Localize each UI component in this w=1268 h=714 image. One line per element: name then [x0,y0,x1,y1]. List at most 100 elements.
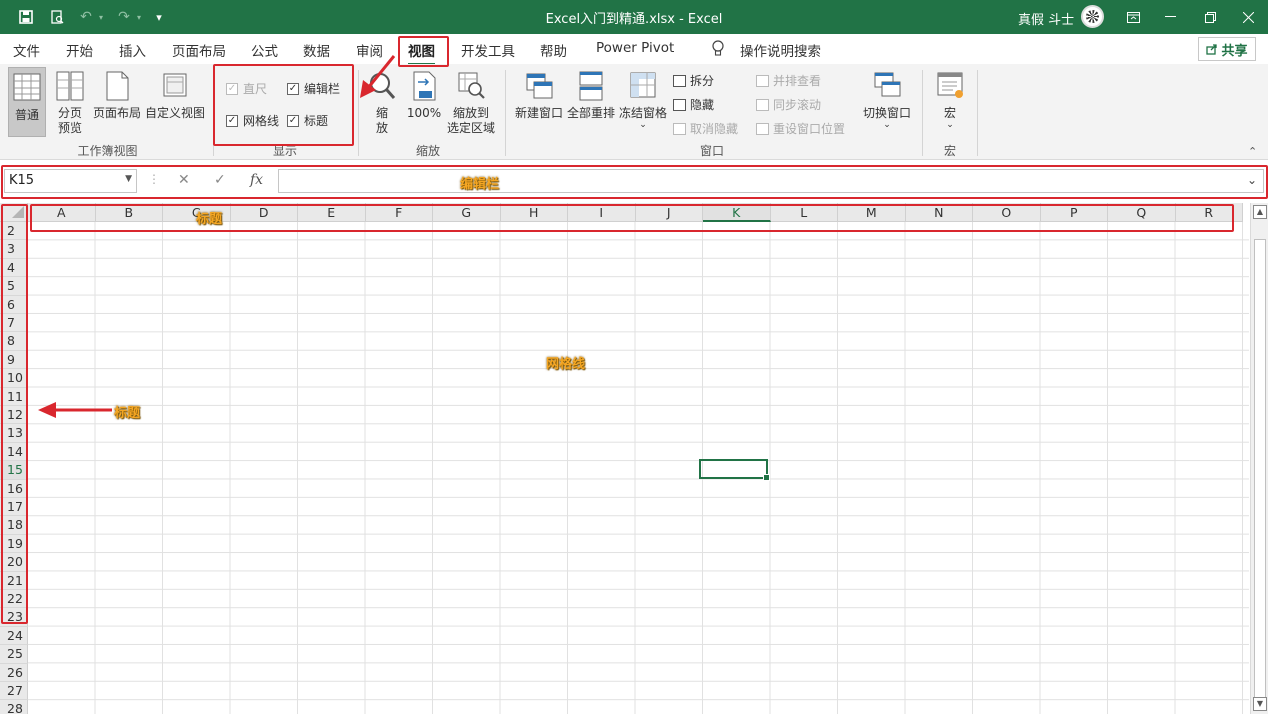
row-header-22[interactable]: 22 [0,590,28,609]
row-header-23[interactable]: 23 [0,608,28,627]
reset-window-position-button[interactable]: 重设窗口位置 [756,120,845,137]
column-header-g[interactable]: G [433,203,501,222]
row-header-9[interactable]: 9 [0,350,28,370]
ruler-checkbox[interactable]: ✓ 直尺 [226,80,267,97]
row-header-25[interactable]: 25 [0,645,28,664]
column-header-e[interactable]: E [298,203,366,222]
tab-developer[interactable]: 开发工具 [461,40,515,60]
row-header-21[interactable]: 21 [0,571,28,590]
ribbon-display-options-icon[interactable] [1113,4,1153,30]
column-header-b[interactable]: B [95,203,163,222]
column-header-d[interactable]: D [230,203,298,222]
row-header-19[interactable]: 19 [0,534,28,554]
column-header-o[interactable]: O [973,203,1041,222]
tab-page-layout[interactable]: 页面布局 [172,40,226,60]
cell-grid[interactable] [28,222,1249,714]
row-header-17[interactable]: 17 [0,498,28,517]
collapse-ribbon-icon[interactable]: ⌃ [1248,145,1257,158]
redo-icon[interactable]: ↷ [114,7,134,27]
scroll-down-icon[interactable]: ▼ [1253,697,1267,711]
column-header-n[interactable]: N [905,203,973,222]
row-header-20[interactable]: 20 [0,553,28,572]
tab-insert[interactable]: 插入 [119,40,146,60]
split-button[interactable]: 拆分 [673,72,714,89]
freeze-panes-button[interactable]: 冻结窗格 ⌄ [617,70,669,130]
hide-button[interactable]: 隐藏 [673,96,714,113]
new-window-button[interactable]: 新建窗口 [513,70,565,121]
name-box[interactable]: K15 ▼ [4,169,137,193]
tab-formulas[interactable]: 公式 [251,40,278,60]
name-box-dropdown-icon[interactable]: ▼ [125,174,132,184]
row-header-2[interactable]: 2 [0,222,28,241]
minimize-icon[interactable] [1150,4,1190,30]
row-header-10[interactable]: 10 [0,369,28,388]
formula-bar-checkbox[interactable]: ✓ 编辑栏 [287,80,340,97]
share-button[interactable]: 共享 [1198,37,1256,61]
close-icon[interactable] [1228,4,1268,30]
tab-power-pivot[interactable]: Power Pivot [596,40,674,56]
column-header-a[interactable]: A [28,203,96,222]
column-header-r[interactable]: R [1175,203,1243,222]
switch-windows-button[interactable]: 切换窗口 ⌄ [861,70,913,130]
row-header-14[interactable]: 14 [0,442,28,462]
avatar[interactable] [1081,5,1104,28]
zoom-button[interactable]: 缩 放 [366,70,398,136]
scroll-thumb[interactable] [1254,239,1266,699]
row-header-11[interactable]: 11 [0,387,28,406]
column-header-i[interactable]: I [568,203,636,222]
print-preview-icon[interactable] [47,7,67,27]
customize-qat-button[interactable]: ▾ [151,7,167,27]
column-header-p[interactable]: P [1040,203,1108,222]
undo-dropdown-icon[interactable]: ▾ [96,7,106,27]
tab-view[interactable]: 视图 [408,40,435,66]
tell-me-search[interactable]: 操作说明搜索 [740,40,821,60]
row-header-13[interactable]: 13 [0,424,28,443]
normal-view-button[interactable]: 普通 [8,67,46,137]
gridlines-checkbox[interactable]: ✓ 网格线 [226,112,279,129]
macros-button[interactable]: 宏 ⌄ [933,70,967,130]
undo-icon[interactable]: ↶ [76,7,96,27]
custom-views-button[interactable]: 自定义视图 [145,70,205,121]
row-header-8[interactable]: 8 [0,332,28,351]
row-header-26[interactable]: 26 [0,663,28,682]
row-header-4[interactable]: 4 [0,258,28,278]
page-break-preview-button[interactable]: 分页 预览 [53,70,87,136]
row-header-16[interactable]: 16 [0,479,28,498]
tab-help[interactable]: 帮助 [540,40,567,60]
cancel-icon[interactable]: ✕ [178,172,190,188]
scroll-up-icon[interactable]: ▲ [1253,205,1267,219]
row-header-12[interactable]: 12 [0,406,28,425]
row-header-3[interactable]: 3 [0,240,28,259]
row-header-24[interactable]: 24 [0,626,28,646]
row-header-28[interactable]: 28 [0,700,28,714]
select-all-button[interactable] [0,203,28,222]
column-header-m[interactable]: M [838,203,906,222]
tab-home[interactable]: 开始 [66,40,93,60]
insert-function-icon[interactable]: fx [250,172,263,188]
tab-file[interactable]: 文件 [13,40,40,60]
user-name[interactable]: 真假 斗士 [1018,9,1074,28]
expand-formula-bar-icon[interactable]: ⌄ [1247,173,1257,187]
unhide-button[interactable]: 取消隐藏 [673,120,738,137]
view-side-by-side-button[interactable]: 并排查看 [756,72,821,89]
column-header-f[interactable]: F [365,203,433,222]
row-header-18[interactable]: 18 [0,516,28,535]
vertical-scrollbar[interactable]: ▲ ▼ [1250,203,1268,714]
row-header-7[interactable]: 7 [0,314,28,333]
column-header-q[interactable]: Q [1108,203,1176,222]
zoom-to-selection-button[interactable]: 缩放到 选定区域 [445,70,497,136]
sync-scroll-button[interactable]: 同步滚动 [756,96,821,113]
row-header-27[interactable]: 27 [0,682,28,701]
save-icon[interactable] [16,7,36,27]
redo-dropdown-icon[interactable]: ▾ [134,7,144,27]
restore-icon[interactable] [1190,4,1230,30]
row-header-5[interactable]: 5 [0,277,28,296]
column-header-h[interactable]: H [500,203,568,222]
column-header-j[interactable]: J [635,203,703,222]
column-header-l[interactable]: L [770,203,838,222]
row-header-15[interactable]: 15 [0,461,28,480]
active-cell-k15[interactable] [699,459,770,481]
zoom-100-button[interactable]: 100% [404,70,444,121]
tab-data[interactable]: 数据 [303,40,330,60]
page-layout-view-button[interactable]: 页面布局 [92,70,142,121]
